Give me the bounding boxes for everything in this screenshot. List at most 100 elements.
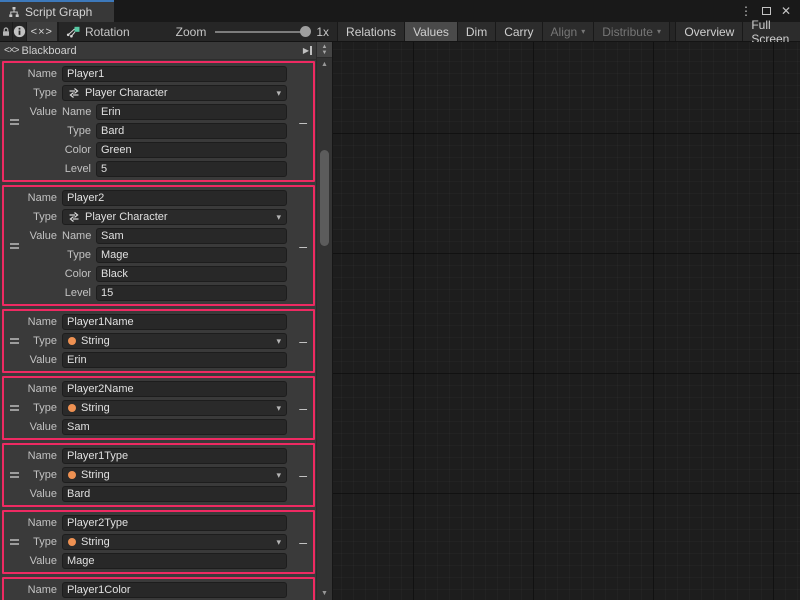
type-dropdown[interactable]: String ▾	[62, 534, 287, 550]
graph-canvas[interactable]	[333, 42, 800, 600]
scrollbar-track[interactable]	[317, 71, 332, 587]
info-button[interactable]	[13, 22, 27, 41]
chevron-down-icon: ▾	[657, 28, 661, 36]
drag-handle[interactable]	[10, 119, 19, 125]
value-label: Value	[4, 553, 62, 569]
variable-group-player1: – Name Type	[2, 61, 315, 182]
scroll-up-button[interactable]: ▲	[317, 58, 332, 71]
variable-name-input[interactable]	[62, 381, 287, 397]
value-field-input[interactable]	[96, 285, 287, 301]
name-label: Name	[4, 381, 62, 397]
value-field-input[interactable]	[96, 104, 287, 120]
string-type-icon	[68, 538, 76, 546]
toolbar-right-buttons: Relations Values Dim Carry Align ▾ Distr…	[337, 22, 800, 41]
variable-group-player2name: – Name Type String ▾ Value	[2, 376, 315, 440]
full-screen-button[interactable]: Full Screen	[742, 22, 800, 41]
drag-handle[interactable]	[10, 539, 19, 545]
field-label: Type	[62, 247, 96, 263]
variable-name-input[interactable]	[62, 66, 287, 82]
name-label: Name	[4, 190, 62, 206]
value-input[interactable]	[62, 419, 287, 435]
type-value: String	[81, 402, 110, 414]
name-label: Name	[4, 515, 62, 531]
lock-button[interactable]	[0, 22, 13, 41]
string-type-icon	[68, 471, 76, 479]
rotation-toggle[interactable]: Rotation	[58, 22, 138, 41]
script-graph-window: Script Graph ⋮ ✕ <×>	[0, 0, 800, 600]
name-label: Name	[4, 448, 62, 464]
chevron-down-icon: ▾	[276, 471, 281, 480]
drag-handle[interactable]	[10, 472, 19, 478]
blackboard-title: Blackboard	[22, 45, 77, 57]
variable-name-input[interactable]	[62, 582, 287, 598]
values-button[interactable]: Values	[404, 22, 457, 41]
remove-variable-button[interactable]: –	[299, 117, 307, 127]
type-dropdown[interactable]: String ▾	[62, 467, 287, 483]
maximize-icon	[762, 7, 771, 15]
blackboard-panel: <×> Blackboard ▶ – Name Type	[0, 42, 316, 600]
value-input[interactable]	[62, 486, 287, 502]
align-dropdown-button[interactable]: Align ▾	[542, 22, 594, 41]
graph-toolbar: <×> Rotation Zoom 1x Relations Values Di…	[0, 22, 800, 42]
value-input[interactable]	[62, 352, 287, 368]
type-dropdown[interactable]: Player Character ▾	[62, 85, 287, 101]
value-field-input[interactable]	[96, 161, 287, 177]
chevron-down-icon: ▾	[276, 337, 281, 346]
zoom-label: Zoom	[176, 25, 207, 39]
variable-name-input[interactable]	[62, 190, 287, 206]
remove-variable-button[interactable]: –	[299, 241, 307, 251]
variable-group-player1type: – Name Type String ▾ Value	[2, 443, 315, 507]
scrollbar-thumb[interactable]	[320, 150, 329, 246]
drag-handle[interactable]	[10, 405, 19, 411]
rotation-node-icon	[66, 26, 80, 38]
zoom-slider-knob[interactable]	[300, 26, 311, 37]
variable-name-input[interactable]	[62, 448, 287, 464]
drag-handle[interactable]	[10, 243, 19, 249]
relations-button[interactable]: Relations	[337, 22, 404, 41]
value-field-input[interactable]	[96, 247, 287, 263]
value-field-input[interactable]	[96, 266, 287, 282]
type-dropdown[interactable]: Player Character ▾	[62, 209, 287, 225]
value-field-input[interactable]	[96, 228, 287, 244]
variable-name-input[interactable]	[62, 515, 287, 531]
scrollbar-stepper[interactable]: ▲ ▼	[317, 42, 332, 58]
zoom-control: Zoom 1x	[168, 22, 337, 41]
type-value: String	[81, 335, 110, 347]
overview-button[interactable]: Overview	[675, 22, 742, 41]
remove-variable-button[interactable]: –	[299, 470, 307, 480]
dim-button[interactable]: Dim	[457, 22, 495, 41]
visual-scripting-button[interactable]: <×>	[27, 22, 58, 41]
lock-icon	[0, 26, 12, 38]
field-label: Color	[62, 142, 96, 158]
tab-script-graph[interactable]: Script Graph	[0, 0, 114, 22]
carry-button[interactable]: Carry	[495, 22, 541, 41]
chevron-down-icon: ▾	[581, 28, 585, 36]
type-value: String	[81, 469, 110, 481]
value-field-input[interactable]	[96, 142, 287, 158]
rotation-label: Rotation	[85, 25, 130, 39]
variable-group-player1color: Name Type ▾	[2, 577, 315, 600]
distribute-dropdown-button[interactable]: Distribute ▾	[593, 22, 669, 41]
visual-scripting-icon: <×>	[4, 45, 19, 56]
variable-group-player2: – Name Type	[2, 185, 315, 306]
field-label: Level	[62, 285, 96, 301]
zoom-slider[interactable]	[215, 31, 307, 33]
variable-name-input[interactable]	[62, 314, 287, 330]
zoom-value: 1x	[316, 25, 329, 39]
title-bar: Script Graph ⋮ ✕	[0, 0, 800, 22]
player-character-type-icon	[68, 87, 80, 99]
remove-variable-button[interactable]: –	[299, 336, 307, 346]
type-value: String	[81, 536, 110, 548]
string-type-icon	[68, 337, 76, 345]
dock-panel-button[interactable]: ▶	[303, 46, 312, 55]
remove-variable-button[interactable]: –	[299, 537, 307, 547]
value-field-input[interactable]	[96, 123, 287, 139]
value-input[interactable]	[62, 553, 287, 569]
main-area: <×> Blackboard ▶ – Name Type	[0, 42, 800, 600]
remove-variable-button[interactable]: –	[299, 403, 307, 413]
type-dropdown[interactable]: String ▾	[62, 333, 287, 349]
type-dropdown[interactable]: String ▾	[62, 400, 287, 416]
dock-icon-bar	[310, 46, 312, 55]
scroll-down-button[interactable]: ▼	[317, 587, 332, 600]
drag-handle[interactable]	[10, 338, 19, 344]
